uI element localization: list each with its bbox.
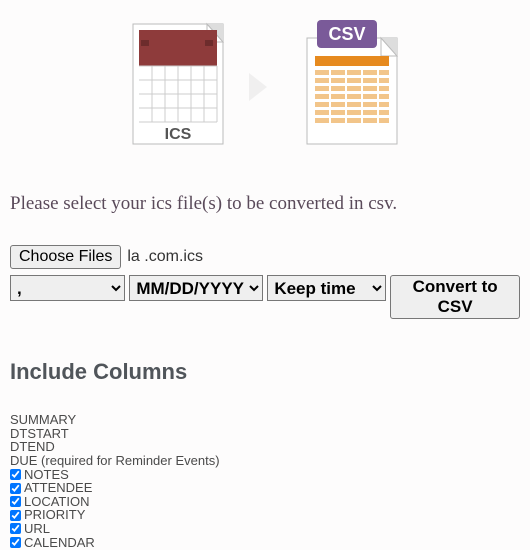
column-label: CALENDAR: [24, 536, 95, 550]
column-checkbox[interactable]: [10, 469, 21, 480]
column-checkable-item: LOCATION: [10, 495, 520, 509]
column-checkbox[interactable]: [10, 523, 21, 534]
ics-label: ICS: [165, 126, 192, 143]
delimiter-select[interactable]: ,: [10, 275, 125, 301]
column-fixed-item: SUMMARY: [10, 413, 520, 427]
column-checkbox[interactable]: [10, 510, 21, 521]
column-checkbox[interactable]: [10, 537, 21, 548]
column-label: ATTENDEE: [24, 481, 92, 495]
choose-files-button[interactable]: Choose Files: [10, 245, 121, 269]
columns-list: SUMMARYDTSTARTDTENDDUE (required for Rem…: [10, 413, 520, 549]
column-fixed-item: DTEND: [10, 440, 520, 454]
column-checkable-item: CALENDAR: [10, 536, 520, 550]
column-checkable-item: ATTENDEE: [10, 481, 520, 495]
csv-label: CSV: [328, 24, 365, 44]
column-fixed-item: DTSTART: [10, 427, 520, 441]
column-fixed-item: DUE (required for Reminder Events): [10, 454, 520, 468]
column-label: DTEND: [10, 440, 55, 454]
column-label: NOTES: [24, 468, 69, 482]
options-row: , MM/DD/YYYY Keep time Convert to CSV: [10, 275, 520, 319]
selected-file-label: la .com.ics: [127, 248, 203, 266]
format-graphic-row: ICS CSV: [10, 20, 520, 153]
arrow-icon: [247, 69, 273, 105]
column-checkbox[interactable]: [10, 496, 21, 507]
column-label: PRIORITY: [24, 508, 85, 522]
convert-button[interactable]: Convert to CSV: [390, 275, 520, 319]
column-checkable-item: NOTES: [10, 468, 520, 482]
file-picker-row: Choose Files la .com.ics: [10, 245, 520, 269]
date-format-select[interactable]: MM/DD/YYYY: [129, 275, 263, 301]
column-checkbox[interactable]: [10, 483, 21, 494]
column-label: SUMMARY: [10, 413, 76, 427]
column-label: DUE (required for Reminder Events): [10, 454, 220, 468]
column-label: URL: [24, 522, 50, 536]
time-option-select[interactable]: Keep time: [267, 275, 386, 301]
column-label: LOCATION: [24, 495, 90, 509]
include-columns-heading: Include Columns: [10, 359, 520, 385]
column-checkable-item: PRIORITY: [10, 508, 520, 522]
ics-file-icon: ICS: [129, 20, 227, 153]
instruction-text: Please select your ics file(s) to be con…: [10, 193, 520, 215]
column-label: DTSTART: [10, 427, 69, 441]
column-checkable-item: URL: [10, 522, 520, 536]
csv-file-icon: CSV: [293, 20, 401, 153]
